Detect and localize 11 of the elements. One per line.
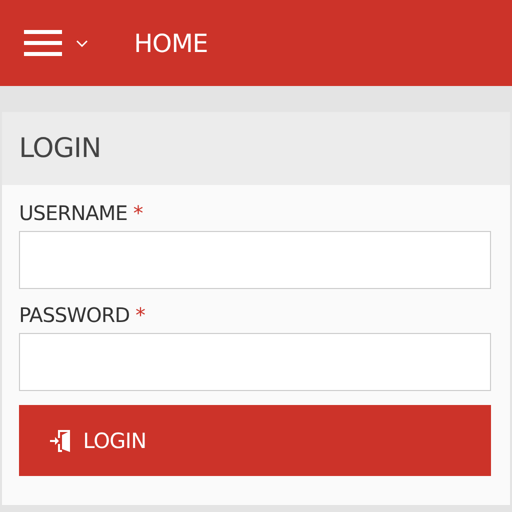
login-button[interactable]: LOGIN: [19, 405, 491, 476]
panel-title: LOGIN: [19, 133, 101, 164]
caret-icon: [76, 40, 88, 46]
page-title: HOME: [134, 28, 208, 58]
username-field[interactable]: [19, 231, 491, 289]
password-field[interactable]: [19, 333, 491, 391]
field-label: USERNAME *: [19, 201, 144, 225]
menu-icon: [24, 30, 62, 56]
menu-button[interactable]: [24, 30, 88, 56]
login-icon: [49, 428, 71, 452]
field-label: PASSWORD *: [19, 303, 146, 327]
